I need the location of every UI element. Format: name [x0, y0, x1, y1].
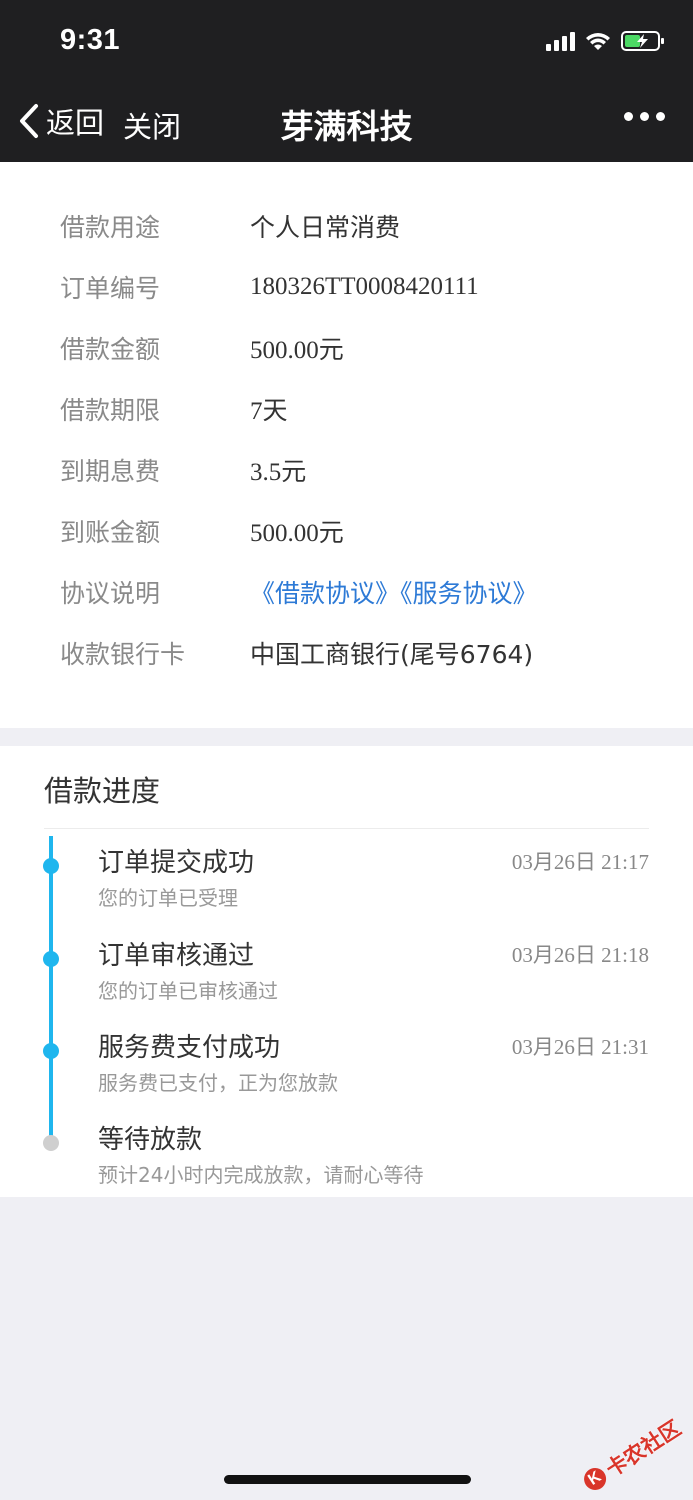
step-dot — [43, 951, 59, 967]
step-time: 03月26日 21:18 — [511, 943, 649, 967]
detail-row-bank-card: 收款银行卡 中国工商银行(尾号6764) — [0, 633, 693, 673]
status-time: 9:31 — [60, 24, 121, 56]
step-title: 订单提交成功 — [98, 848, 255, 878]
watermark: K 卡农社区 — [578, 1412, 687, 1497]
detail-row-amount: 借款金额 500.00元 — [0, 328, 693, 368]
detail-label: 协议说明 — [60, 579, 161, 608]
step-desc: 您的订单已审核通过 — [98, 979, 278, 1003]
detail-row-agreements: 协议说明 《借款协议》《服务协议》 — [0, 572, 693, 612]
service-agreement-link[interactable]: 《服务协议》 — [400, 579, 538, 608]
step-dot-pending — [43, 1135, 59, 1151]
detail-label: 借款期限 — [60, 396, 161, 425]
step-desc: 预计24小时内完成放款，请耐心等待 — [98, 1163, 424, 1187]
detail-label: 订单编号 — [60, 274, 161, 303]
step-desc: 您的订单已受理 — [98, 886, 238, 910]
detail-label: 到期息费 — [60, 457, 161, 486]
detail-value: 500.00元 — [250, 337, 344, 364]
progress-step: 等待放款 预计24小时内完成放款，请耐心等待 — [0, 1119, 693, 1199]
page-title: 芽满科技 — [280, 108, 413, 145]
wifi-icon — [586, 33, 610, 50]
detail-row-received-amount: 到账金额 500.00元 — [0, 511, 693, 551]
progress-step: 订单审核通过 您的订单已审核通过 03月26日 21:18 — [0, 935, 693, 1015]
detail-value: 500.00元 — [250, 520, 344, 547]
more-dots-icon[interactable] — [624, 112, 665, 121]
detail-value: 中国工商银行(尾号6764) — [250, 640, 534, 669]
divider — [44, 828, 649, 829]
loan-details-card: 借款用途 个人日常消费 订单编号 180326TT0008420111 借款金额… — [0, 162, 693, 728]
step-time: 03月26日 21:17 — [511, 850, 649, 874]
detail-row-interest: 到期息费 3.5元 — [0, 450, 693, 490]
progress-title: 借款进度 — [44, 774, 161, 808]
status-icons — [546, 30, 665, 52]
detail-label: 借款用途 — [60, 213, 161, 242]
battery-charging-icon — [621, 31, 664, 51]
detail-row-term: 借款期限 7天 — [0, 389, 693, 429]
detail-value: 7天 — [250, 398, 288, 425]
detail-label: 到账金额 — [60, 518, 161, 547]
signal-bars-icon — [546, 31, 575, 51]
detail-row-order-number: 订单编号 180326TT0008420111 — [0, 267, 693, 307]
detail-label: 收款银行卡 — [60, 640, 186, 669]
step-title: 等待放款 — [98, 1125, 203, 1155]
step-dot — [43, 858, 59, 874]
step-dot — [43, 1043, 59, 1059]
detail-value: 个人日常消费 — [250, 213, 401, 242]
progress-step: 服务费支付成功 服务费已支付，正为您放款 03月26日 21:31 — [0, 1027, 693, 1107]
agreement-links: 《借款协议》《服务协议》 — [250, 574, 538, 610]
progress-step: 订单提交成功 您的订单已受理 03月26日 21:17 — [0, 842, 693, 922]
detail-label: 借款金额 — [60, 335, 161, 364]
step-title: 服务费支付成功 — [98, 1033, 281, 1063]
step-desc: 服务费已支付，正为您放款 — [98, 1071, 338, 1095]
detail-value: 3.5元 — [250, 459, 307, 486]
watermark-text: 卡农社区 — [601, 1415, 686, 1482]
loan-progress-card: 借款进度 订单提交成功 您的订单已受理 03月26日 21:17 订单审核通过 … — [0, 746, 693, 1197]
loan-agreement-link[interactable]: 《借款协议》 — [250, 579, 400, 608]
home-indicator[interactable] — [224, 1475, 471, 1484]
detail-value: 180326TT0008420111 — [250, 273, 479, 300]
step-time: 03月26日 21:31 — [511, 1035, 649, 1059]
detail-row-purpose: 借款用途 个人日常消费 — [0, 206, 693, 246]
step-title: 订单审核通过 — [98, 941, 255, 971]
top-bar: 9:31 返回 关闭 芽满科技 — [0, 0, 693, 162]
